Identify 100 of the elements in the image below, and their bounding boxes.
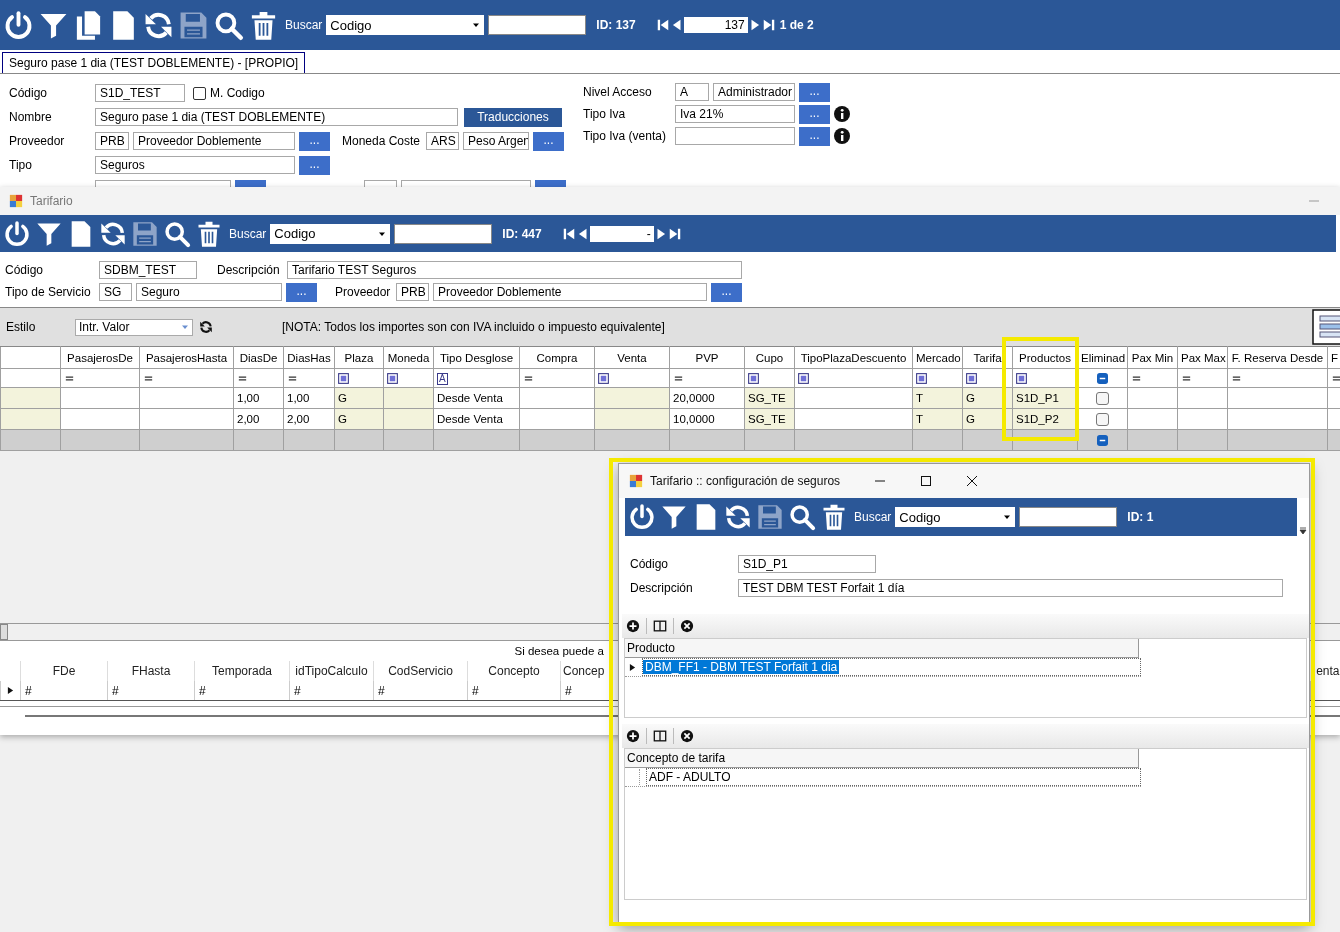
column-header[interactable]: Moneda <box>383 346 434 369</box>
browse-button[interactable]: ... <box>533 131 564 151</box>
type-field[interactable]: Seguros <box>95 156 295 174</box>
column-header[interactable]: FHasta <box>107 661 195 681</box>
column-header[interactable]: Tipo Desglose <box>433 346 520 369</box>
search-input[interactable] <box>394 223 493 244</box>
column-header[interactable]: Mercado <box>912 346 963 369</box>
column-header[interactable]: Producto <box>625 639 1139 658</box>
vat-field[interactable] <box>675 127 795 145</box>
remove-icon[interactable] <box>680 619 694 633</box>
list-filter-icon[interactable] <box>966 372 977 384</box>
column-header[interactable]: DiasDe <box>233 346 284 369</box>
column-header[interactable]: Tarifa <box>962 346 1013 369</box>
checkbox[interactable] <box>1096 412 1109 426</box>
column-header[interactable]: TipoPlazaDescuento <box>794 346 913 369</box>
vat-field[interactable]: Iva 21% <box>675 105 795 123</box>
browse-button[interactable]: ... <box>299 155 330 175</box>
style-dropdown[interactable]: Intr. Valor <box>75 318 193 336</box>
record-position-field[interactable]: - <box>589 225 654 242</box>
column-header[interactable]: Venta <box>594 346 670 369</box>
info-icon[interactable] <box>834 128 850 144</box>
minus-icon[interactable] <box>1097 434 1108 446</box>
refresh-icon[interactable] <box>199 320 213 334</box>
columns-icon[interactable] <box>653 729 667 743</box>
table-cell[interactable]: ADF - ADULTO <box>647 770 733 784</box>
column-header[interactable]: F <box>1327 346 1340 369</box>
description-field[interactable]: Tarifario TEST Seguros <box>287 261 742 279</box>
column-header[interactable]: Eliminad <box>1077 346 1128 369</box>
text-filter-button[interactable]: A <box>437 372 448 385</box>
description-field[interactable]: TEST DBM TEST Forfait 1 día <box>738 579 1283 597</box>
name-field[interactable]: Proveedor Doblemente <box>133 132 295 150</box>
last-page-icon[interactable] <box>761 17 776 33</box>
column-header[interactable]: Concepto <box>467 661 561 681</box>
search-icon[interactable] <box>788 503 816 531</box>
name-field[interactable]: Administrador <box>713 83 795 101</box>
add-icon[interactable] <box>626 729 640 743</box>
column-header[interactable]: FDe <box>20 661 108 681</box>
table-cell[interactable]: DBM_FF1 - DBM TEST Forfait 1 dia <box>643 660 840 674</box>
browse-button[interactable]: ... <box>799 82 830 102</box>
refresh-icon[interactable] <box>724 503 752 531</box>
code-field[interactable]: S1D_TEST <box>95 84 185 102</box>
record-tab[interactable]: Seguro pase 1 dia (TEST DOBLEMENTE) - [PROPIO] <box>2 52 306 73</box>
checkbox[interactable] <box>193 86 206 100</box>
search-field-dropdown[interactable]: Codigo <box>270 223 391 244</box>
list-filter-icon[interactable] <box>748 372 759 384</box>
browse-button[interactable]: ... <box>286 282 317 302</box>
search-input[interactable] <box>1019 507 1118 527</box>
code-field[interactable]: PRB <box>396 283 429 301</box>
info-icon[interactable] <box>834 106 850 122</box>
browse-button[interactable]: ... <box>299 131 330 151</box>
column-header[interactable]: F. Reserva Desde <box>1227 346 1328 369</box>
search-icon[interactable] <box>163 219 191 248</box>
column-header[interactable]: PVP <box>669 346 745 369</box>
column-header[interactable]: DiasHas <box>283 346 335 369</box>
list-filter-icon[interactable] <box>387 372 398 384</box>
first-page-icon[interactable] <box>655 17 670 33</box>
search-field-dropdown[interactable]: Codigo <box>895 507 1016 527</box>
minus-icon[interactable] <box>1097 372 1108 384</box>
add-icon[interactable] <box>626 619 640 633</box>
column-header[interactable]: idTipoCalculo <box>289 661 374 681</box>
column-header[interactable]: Pax Max <box>1177 346 1228 369</box>
column-header[interactable]: Pax Min <box>1127 346 1178 369</box>
code-field[interactable]: PRB <box>95 132 129 150</box>
overflow-arrow-icon[interactable] <box>1299 527 1307 535</box>
column-header[interactable]: Concepto de tarifa <box>625 749 1139 768</box>
column-header[interactable]: Plaza <box>334 346 384 369</box>
translations-button[interactable]: Traducciones <box>464 107 562 127</box>
columns-icon[interactable] <box>653 619 667 633</box>
name-field[interactable]: Seguro <box>136 283 282 301</box>
code-field[interactable]: SDBM_TEST <box>99 261 197 279</box>
name-field[interactable]: Seguro pase 1 dia (TEST DOBLEMENTE) <box>95 108 458 126</box>
search-input[interactable] <box>488 15 587 35</box>
code-field[interactable]: S1D_P1 <box>738 555 876 573</box>
column-header[interactable]: PasajerosHasta <box>139 346 234 369</box>
record-position-field[interactable]: 137 <box>683 17 748 33</box>
power-icon[interactable] <box>628 503 656 531</box>
browse-button[interactable]: ... <box>799 126 830 146</box>
column-header[interactable]: PasajerosDe <box>60 346 140 369</box>
checkbox[interactable] <box>1096 391 1109 405</box>
column-header[interactable]: enta <box>1310 661 1340 681</box>
code-field[interactable]: ARS <box>426 132 459 150</box>
column-header[interactable]: Compra <box>519 346 595 369</box>
column-header[interactable]: CodServicio <box>373 661 468 681</box>
name-field[interactable]: Proveedor Doblemente <box>433 283 707 301</box>
column-header[interactable]: Temporada <box>194 661 290 681</box>
search-field-dropdown[interactable]: Codigo <box>326 15 485 35</box>
list-filter-icon[interactable] <box>598 372 609 384</box>
remove-icon[interactable] <box>680 729 694 743</box>
column-header[interactable]: Productos <box>1012 346 1078 369</box>
list-filter-icon[interactable] <box>338 372 349 384</box>
list-filter-icon[interactable] <box>916 372 927 384</box>
close-icon[interactable] <box>966 475 979 487</box>
browse-button[interactable]: ... <box>799 104 830 124</box>
browse-button[interactable]: ... <box>711 282 742 302</box>
code-field[interactable]: A <box>675 83 709 101</box>
list-filter-icon[interactable] <box>1016 372 1027 384</box>
power-icon[interactable] <box>3 9 34 41</box>
code-field[interactable]: SG <box>99 283 132 301</box>
maximize-icon[interactable] <box>920 475 933 487</box>
list-filter-icon[interactable] <box>798 372 809 384</box>
